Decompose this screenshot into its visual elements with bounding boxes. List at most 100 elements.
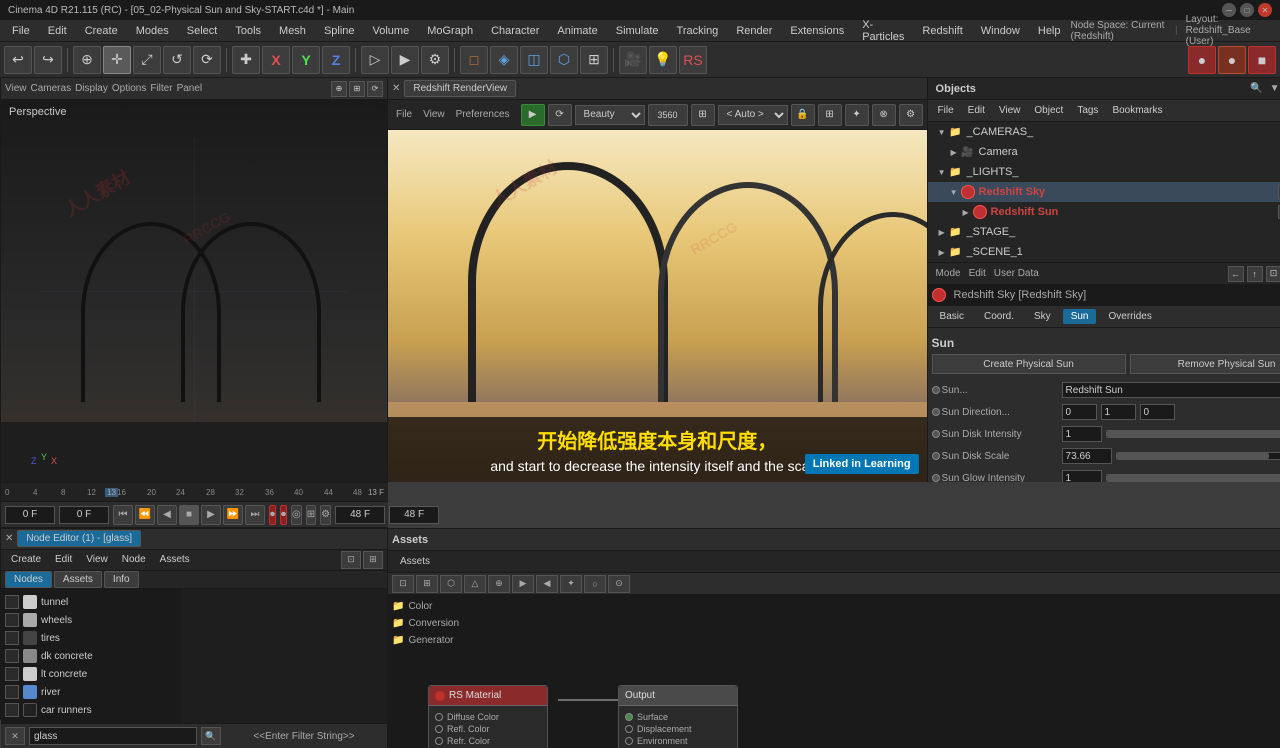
current-frame-input[interactable] (5, 506, 55, 524)
menu-window[interactable]: Window (973, 23, 1028, 39)
ne-menu-edit[interactable]: Edit (49, 552, 78, 567)
viewport-menu-display[interactable]: Display (75, 83, 108, 94)
timeline-settings-btn[interactable]: ⚙ (320, 505, 331, 525)
rv-menu-prefs[interactable]: Preferences (452, 109, 514, 120)
move-tool[interactable]: ⊕ (73, 46, 101, 74)
sun-glow-intensity-slider[interactable] (1106, 474, 1280, 482)
attr-userdata-btn[interactable]: User Data (994, 268, 1039, 279)
rs-material-node[interactable]: RS Material Diffuse Color (428, 685, 548, 748)
scene1-expand[interactable]: ▶ (936, 246, 948, 258)
select-tool[interactable]: ✛ (103, 46, 131, 74)
cameras-expand[interactable]: ▼ (936, 126, 948, 138)
obj-menu-file[interactable]: File (932, 103, 960, 118)
output-node[interactable]: Output Surface (618, 685, 738, 748)
lights-expand[interactable]: ▼ (936, 166, 948, 178)
rv-view-btn[interactable]: 3560 (648, 104, 688, 126)
rs-ipr-btn[interactable]: ● (1218, 46, 1246, 74)
attr-up-btn[interactable]: ↑ (1247, 266, 1263, 282)
menu-file[interactable]: File (4, 23, 38, 39)
rotate-tool[interactable]: ↺ (163, 46, 191, 74)
ne-check-wheels[interactable] (5, 613, 19, 627)
ne-tree-carrunners[interactable]: car runners (5, 701, 176, 719)
obj-row-camera[interactable]: ▶ 🎥 Camera · · (928, 142, 1280, 162)
sun-dir-z[interactable] (1140, 404, 1175, 420)
assets-category-color[interactable]: 📁 Color (392, 599, 1280, 614)
undo-button[interactable]: ↩ (4, 46, 32, 74)
z-axis[interactable]: Z (322, 46, 350, 74)
ne-check-carrunners[interactable] (5, 703, 19, 717)
obj-search-btn[interactable]: 🔍 (1248, 80, 1266, 98)
attr-tab-overrides[interactable]: Overrides (1100, 309, 1159, 324)
motion-clip-btn[interactable]: ⊞ (306, 505, 316, 525)
mat-btn-3[interactable]: ⬡ (440, 575, 462, 593)
play-to-end[interactable]: ⏭ (245, 505, 265, 525)
ne-filter-input[interactable] (29, 727, 197, 745)
play-prev-frame[interactable]: ⏪ (135, 505, 155, 525)
mat-btn-6[interactable]: ▶ (512, 575, 534, 593)
menu-mograph[interactable]: MoGraph (419, 23, 481, 39)
obj-row-lights[interactable]: ▼ 📁 _LIGHTS_ · · (928, 162, 1280, 182)
record-btn[interactable]: ⏺ (269, 505, 276, 525)
sun-glow-intensity-input[interactable] (1062, 470, 1102, 482)
ne-tab-assets[interactable]: Assets (54, 571, 102, 588)
assets-category-generator[interactable]: 📁 Generator (392, 633, 1280, 648)
ne-menu-node[interactable]: Node (116, 552, 152, 567)
obj-menu-tags[interactable]: Tags (1071, 103, 1104, 118)
mat-btn-4[interactable]: △ (464, 575, 486, 593)
menu-redshift[interactable]: Redshift (914, 23, 970, 39)
camera-btn[interactable]: 🎥 (619, 46, 647, 74)
obj-row-scene1[interactable]: ▶ 📁 _SCENE_1 · · (928, 242, 1280, 262)
snap-tool[interactable]: ⊞ (580, 46, 608, 74)
ne-tab-title[interactable]: Node Editor (1) - [glass] (17, 530, 141, 547)
redo-button[interactable]: ↪ (34, 46, 62, 74)
menu-create[interactable]: Create (77, 23, 126, 39)
rv-close-btn[interactable]: ✕ (392, 83, 400, 94)
menu-animate[interactable]: Animate (549, 23, 605, 39)
rv-stereo-btn[interactable]: ⊗ (872, 104, 896, 126)
obj-filter-btn[interactable]: ▼ (1266, 80, 1280, 98)
ne-tree-dkconcrete[interactable]: dk concrete (5, 647, 176, 665)
rv-menu-file[interactable]: File (392, 109, 416, 120)
mat-btn-10[interactable]: ⊙ (608, 575, 630, 593)
poly-mode[interactable]: ◈ (490, 46, 518, 74)
viewport-menu-filter[interactable]: Filter (150, 83, 172, 94)
sun-disk-intensity-input[interactable] (1062, 426, 1102, 442)
vp-btn-2[interactable]: ⊞ (349, 81, 365, 97)
ne-check-tires[interactable] (5, 631, 19, 645)
ne-tree-wheels[interactable]: wheels (5, 611, 176, 629)
attr-mode-btn[interactable]: Mode (936, 268, 961, 279)
obj-menu-object[interactable]: Object (1028, 103, 1069, 118)
ne-tab-nodes[interactable]: Nodes (5, 571, 52, 588)
menu-help[interactable]: Help (1030, 23, 1069, 39)
rs-render-btn[interactable]: ● (1188, 46, 1216, 74)
obj-menu-view[interactable]: View (993, 103, 1027, 118)
rv-settings-btn[interactable]: ⚙ (899, 104, 923, 126)
add-button[interactable]: ✚ (232, 46, 260, 74)
render-settings[interactable]: ⚙ (421, 46, 449, 74)
rs-sky-expand[interactable]: ▼ (948, 186, 960, 198)
rv-mode-dropdown[interactable]: Beauty Diffuse Specular (575, 105, 645, 125)
attr-copy-btn[interactable]: ⊡ (1266, 266, 1280, 282)
edge-mode[interactable]: ◫ (520, 46, 548, 74)
sun-object-input[interactable] (1062, 382, 1280, 398)
ne-check-dkconcrete[interactable] (5, 649, 19, 663)
remove-physical-sun-btn[interactable]: Remove Physical Sun (1130, 354, 1280, 374)
auto-keyframe-btn[interactable]: ◎ (291, 505, 302, 525)
menu-tools[interactable]: Tools (227, 23, 269, 39)
ne-menu-view[interactable]: View (80, 552, 114, 567)
record-all-btn[interactable]: ⏺ (280, 505, 287, 525)
rs-sun-expand[interactable]: ▶ (960, 206, 972, 218)
assets-category-conversion[interactable]: 📁 Conversion (392, 616, 1280, 631)
ne-tree-tires[interactable]: tires (5, 629, 176, 647)
menu-mesh[interactable]: Mesh (271, 23, 314, 39)
obj-row-cameras[interactable]: ▼ 📁 _CAMERAS_ · · (928, 122, 1280, 142)
mat-btn-7[interactable]: ◀ (536, 575, 558, 593)
ne-tree-tunnel[interactable]: tunnel (5, 593, 176, 611)
obj-row-rs-sky[interactable]: ▼ Redshift Sky · · ✓ (928, 182, 1280, 202)
menu-spline[interactable]: Spline (316, 23, 363, 39)
attr-tab-basic[interactable]: Basic (932, 309, 972, 324)
mat-btn-5[interactable]: ⊕ (488, 575, 510, 593)
ne-check-river[interactable] (5, 685, 19, 699)
scale-tool[interactable]: ⤢ (133, 46, 161, 74)
play-next-frame[interactable]: ⏩ (223, 505, 243, 525)
